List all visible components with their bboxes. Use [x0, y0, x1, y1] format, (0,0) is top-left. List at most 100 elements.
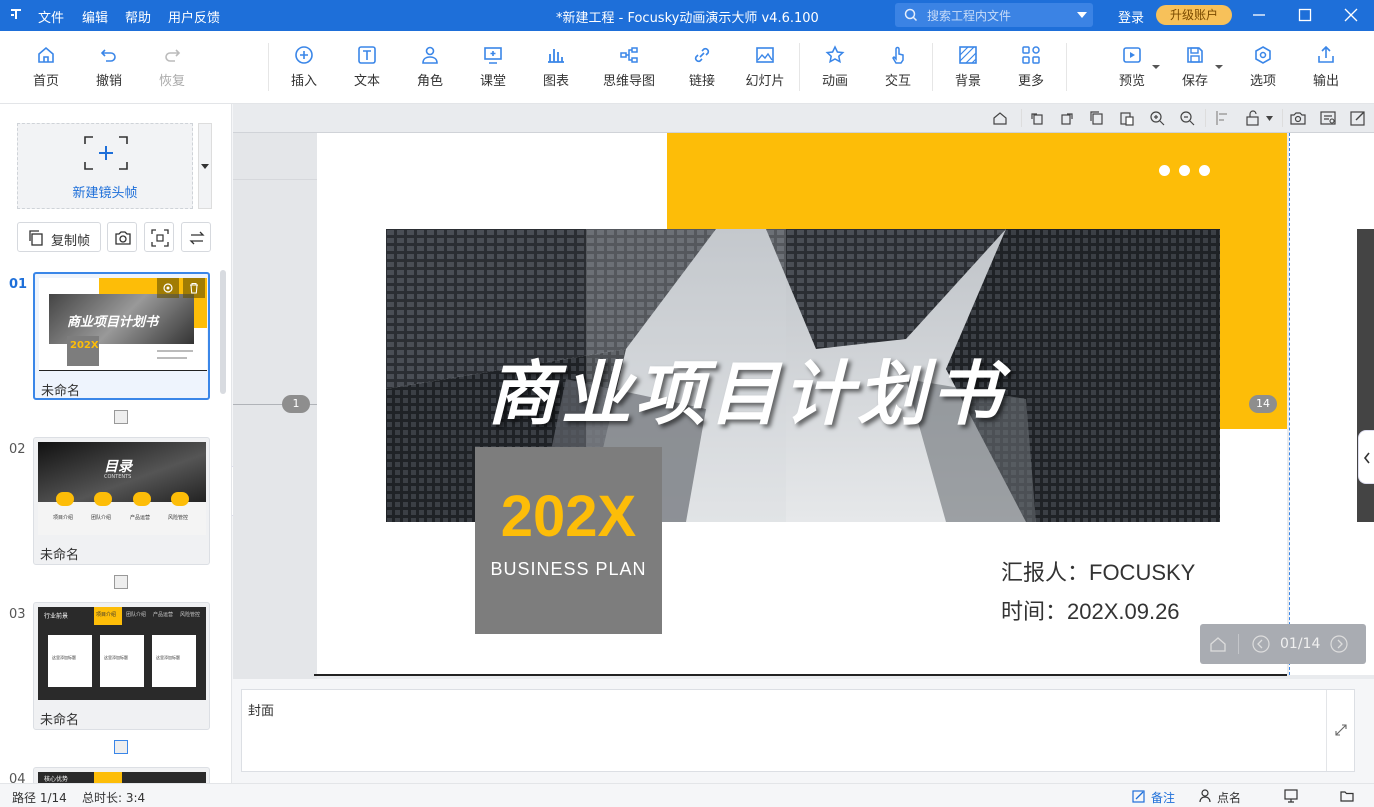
insert-button[interactable]: 插入	[276, 45, 332, 89]
expand-notes-button[interactable]	[1326, 690, 1354, 771]
role-button[interactable]: 角色	[402, 45, 458, 89]
slide-panel: 新建镜头帧 复制帧 01 商业项目计划书 202X 未命名 02 目录 CONT…	[0, 104, 232, 787]
camera-icon[interactable]	[1290, 110, 1306, 126]
screenshot-button[interactable]	[107, 222, 137, 252]
undo-button[interactable]: 撤销	[81, 45, 137, 89]
zoom-in-icon[interactable]	[1149, 110, 1165, 126]
search-box[interactable]: 搜索工程内文件	[895, 3, 1093, 27]
slide-thumbnail-3[interactable]: 行业前景 项目介绍 团队介绍 产品运营 风险管控 这里添加标题 这里添加标题 这…	[33, 602, 210, 730]
transition-icon[interactable]	[114, 740, 128, 754]
classroom-button[interactable]: 课堂	[465, 45, 521, 89]
chevron-down-icon[interactable]	[1077, 12, 1087, 18]
align-left-icon[interactable]	[1215, 110, 1231, 126]
slide-name[interactable]: 未命名	[40, 709, 79, 728]
slide-title[interactable]: 商业项目计划书	[487, 338, 1005, 439]
zoom-out-icon[interactable]	[1179, 110, 1195, 126]
slide-name[interactable]: 未命名	[41, 380, 80, 399]
lock-dropdown-icon[interactable]	[1266, 116, 1273, 121]
year-box[interactable]: 202X BUSINESS PLAN	[475, 447, 662, 634]
rotate-left-icon[interactable]	[1029, 110, 1045, 126]
delete-frame-button[interactable]	[183, 278, 205, 298]
next-icon[interactable]	[1330, 635, 1348, 653]
thumb-title: 目录	[104, 459, 132, 475]
record-icon[interactable]	[1320, 110, 1336, 126]
thumb-tab: 风险管控	[180, 612, 201, 618]
options-label: 选项	[1249, 74, 1276, 89]
slideshow-button[interactable]: 幻灯片	[737, 45, 793, 89]
menu-edit[interactable]: 编辑	[82, 7, 108, 26]
grid-icon	[1022, 46, 1040, 64]
search-input[interactable]: 搜索工程内文件	[927, 7, 1011, 24]
close-icon[interactable]	[1344, 8, 1358, 22]
interaction-button[interactable]: 交互	[870, 45, 926, 89]
slide-name[interactable]: 未命名	[40, 544, 79, 563]
options-button[interactable]: 选项	[1235, 45, 1291, 89]
maximize-icon[interactable]	[1298, 8, 1312, 22]
text-button[interactable]: 文本	[339, 45, 395, 89]
more-button[interactable]: 更多	[1003, 45, 1059, 89]
link-button[interactable]: 链接	[674, 45, 730, 89]
path-badge-start[interactable]: 1	[282, 395, 310, 413]
slide-thumbnail-2[interactable]: 目录 CONTENTS 项目介绍 团队介绍 产品运营 风险管控 未命名	[33, 437, 210, 565]
edit-icon[interactable]	[1350, 110, 1366, 126]
rollcall-button[interactable]: 点名	[1217, 789, 1241, 806]
save-dropdown-icon[interactable]	[1215, 65, 1223, 69]
swap-frame-button[interactable]	[181, 222, 211, 252]
copy-frame-label: 复制帧	[51, 234, 91, 249]
slide-thumbnail-4[interactable]: 核心优势	[33, 767, 210, 784]
person-icon[interactable]	[1198, 789, 1212, 803]
home-view-icon[interactable]	[992, 110, 1008, 126]
copy-icon[interactable]	[1089, 110, 1105, 126]
new-frame-button[interactable]: 新建镜头帧	[17, 123, 193, 209]
plus-circle-icon	[295, 46, 313, 64]
menu-file[interactable]: 文件	[38, 7, 64, 26]
new-frame-dropdown[interactable]	[198, 123, 212, 209]
slide-list-scrollbar[interactable]	[220, 270, 226, 394]
expand-right-button[interactable]	[1358, 430, 1374, 484]
login-button[interactable]: 登录	[1118, 7, 1144, 26]
person-icon	[422, 46, 438, 64]
minimize-icon[interactable]	[1252, 8, 1266, 22]
redo-button[interactable]: 恢复	[144, 45, 200, 89]
next-slide-preview	[1289, 133, 1374, 675]
reporter-text[interactable]: 汇报人：FOCUSKY	[1001, 555, 1195, 587]
export-button[interactable]: 输出	[1298, 45, 1354, 89]
notes-panel[interactable]: 封面	[241, 689, 1355, 772]
animation-label: 动画	[821, 74, 848, 89]
menu-feedback[interactable]: 用户反馈	[168, 7, 220, 26]
slide-canvas[interactable]: 商业项目计划书 202X BUSINESS PLAN 汇报人：FOCUSKY 时…	[317, 133, 1287, 675]
notes-toggle-button[interactable]: 备注	[1151, 789, 1175, 806]
path-status: 路径 1/14	[12, 791, 67, 805]
notes-icon[interactable]	[1132, 789, 1146, 803]
frame-settings-button[interactable]	[157, 278, 179, 298]
lock-icon[interactable]	[1245, 110, 1261, 126]
menu-help[interactable]: 帮助	[125, 7, 151, 26]
copy-frame-button[interactable]: 复制帧	[17, 222, 101, 252]
home-button[interactable]: 首页	[18, 45, 74, 89]
mindmap-icon	[620, 47, 638, 63]
insert-label: 插入	[290, 74, 317, 89]
transition-icon[interactable]	[114, 575, 128, 589]
rotate-right-icon[interactable]	[1059, 110, 1075, 126]
preview-dropdown-icon[interactable]	[1152, 65, 1160, 69]
fit-frame-button[interactable]	[144, 222, 174, 252]
chart-button[interactable]: 图表	[528, 45, 584, 89]
upgrade-button[interactable]: 升级账户	[1156, 5, 1232, 25]
date-text[interactable]: 时间：202X.09.26	[1001, 594, 1180, 626]
toolbar-divider	[268, 43, 269, 91]
prev-icon[interactable]	[1252, 635, 1270, 653]
folder-icon[interactable]	[1340, 789, 1354, 803]
paste-icon[interactable]	[1119, 110, 1135, 126]
background-button[interactable]: 背景	[940, 45, 996, 89]
transition-icon[interactable]	[114, 410, 128, 424]
animation-button[interactable]: 动画	[807, 45, 863, 89]
toolbar-divider	[932, 43, 933, 91]
path-badge-end[interactable]: 14	[1249, 395, 1277, 413]
page-indicator: 01/14	[1280, 636, 1321, 652]
link-icon	[694, 47, 710, 63]
slide-thumbnail-1[interactable]: 商业项目计划书 202X 未命名	[33, 272, 210, 400]
screen-icon[interactable]	[1284, 789, 1298, 803]
notes-text[interactable]: 封面	[248, 700, 274, 719]
mindmap-button[interactable]: 思维导图	[596, 45, 662, 89]
home-icon[interactable]	[1209, 635, 1227, 653]
